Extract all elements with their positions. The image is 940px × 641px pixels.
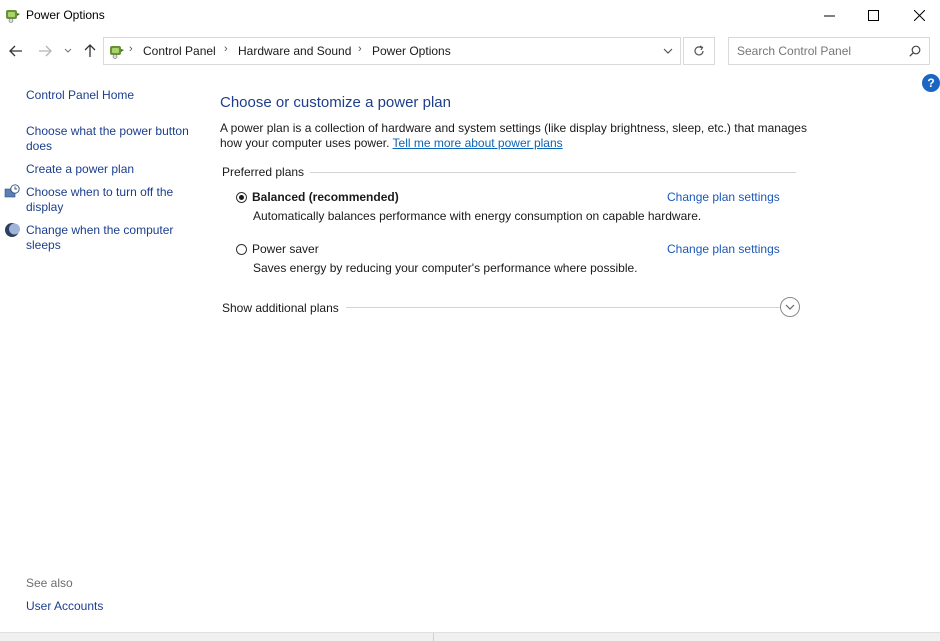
balanced-plan-name[interactable]: Balanced (recommended) (252, 190, 399, 204)
window-title: Power Options (26, 8, 105, 22)
chevron-down-icon (663, 48, 673, 54)
learn-more-link[interactable]: Tell me more about power plans (393, 136, 563, 150)
power-button-link[interactable]: Choose what the power button does (26, 124, 198, 154)
chevron-down-icon (785, 304, 795, 310)
search-box[interactable] (728, 37, 930, 65)
moon-icon (4, 222, 20, 238)
breadcrumb-separator-icon: › (224, 43, 228, 55)
help-button[interactable]: ? (922, 74, 940, 92)
status-strip (0, 632, 940, 641)
up-arrow-icon (84, 44, 96, 57)
control-panel-icon (109, 43, 125, 59)
preferred-plans-heading: Preferred plans (222, 165, 311, 179)
close-button[interactable] (896, 0, 940, 31)
breadcrumb-power-options[interactable]: Power Options (372, 44, 451, 58)
additional-plans-divider (346, 307, 782, 308)
balanced-plan-description: Automatically balances performance with … (253, 209, 702, 223)
balanced-radio[interactable] (236, 192, 247, 203)
expand-button[interactable] (780, 297, 800, 317)
refresh-button[interactable] (683, 37, 715, 65)
page-title: Choose or customize a power plan (220, 94, 451, 111)
forward-arrow-icon (39, 45, 52, 57)
back-button[interactable] (5, 40, 27, 62)
address-dropdown-button[interactable] (655, 38, 681, 64)
power-saver-plan-name[interactable]: Power saver (252, 242, 319, 256)
see-also-heading: See also (26, 576, 73, 590)
page-description: A power plan is a collection of hardware… (220, 121, 820, 151)
breadcrumb-control-panel[interactable]: Control Panel (143, 44, 216, 58)
maximize-icon (867, 10, 879, 21)
minimize-button[interactable] (806, 0, 852, 31)
show-additional-plans-toggle[interactable]: Show additional plans (222, 301, 339, 315)
chevron-down-icon (64, 48, 72, 53)
title-bar: Power Options (0, 0, 940, 31)
breadcrumb-separator-icon: › (358, 43, 362, 55)
status-divider (433, 633, 434, 641)
recent-locations-button[interactable] (58, 40, 78, 62)
search-icon[interactable] (909, 45, 921, 57)
power-options-icon (5, 7, 21, 23)
forward-button[interactable] (34, 40, 56, 62)
search-input[interactable] (737, 43, 897, 59)
minimize-icon (823, 15, 835, 17)
power-saver-radio[interactable] (236, 244, 247, 255)
turn-off-display-link[interactable]: Choose when to turn off the display (26, 185, 198, 215)
close-icon (913, 10, 925, 21)
refresh-icon (694, 45, 704, 56)
balanced-change-settings-link[interactable]: Change plan settings (667, 190, 780, 204)
up-button[interactable] (79, 40, 101, 62)
breadcrumb-hardware-and-sound[interactable]: Hardware and Sound (238, 44, 351, 58)
user-accounts-link[interactable]: User Accounts (26, 599, 103, 614)
computer-sleeps-link[interactable]: Change when the computer sleeps (26, 223, 198, 253)
address-bar[interactable]: › Control Panel › Hardware and Sound › P… (103, 37, 681, 65)
maximize-button[interactable] (850, 0, 896, 31)
power-saver-plan-description: Saves energy by reducing your computer's… (253, 261, 638, 275)
create-power-plan-link[interactable]: Create a power plan (26, 162, 134, 177)
back-arrow-icon (9, 45, 22, 57)
display-clock-icon (4, 184, 20, 200)
breadcrumb-separator-icon: › (129, 43, 133, 55)
power-saver-change-settings-link[interactable]: Change plan settings (667, 242, 780, 256)
control-panel-home-link[interactable]: Control Panel Home (26, 88, 134, 103)
